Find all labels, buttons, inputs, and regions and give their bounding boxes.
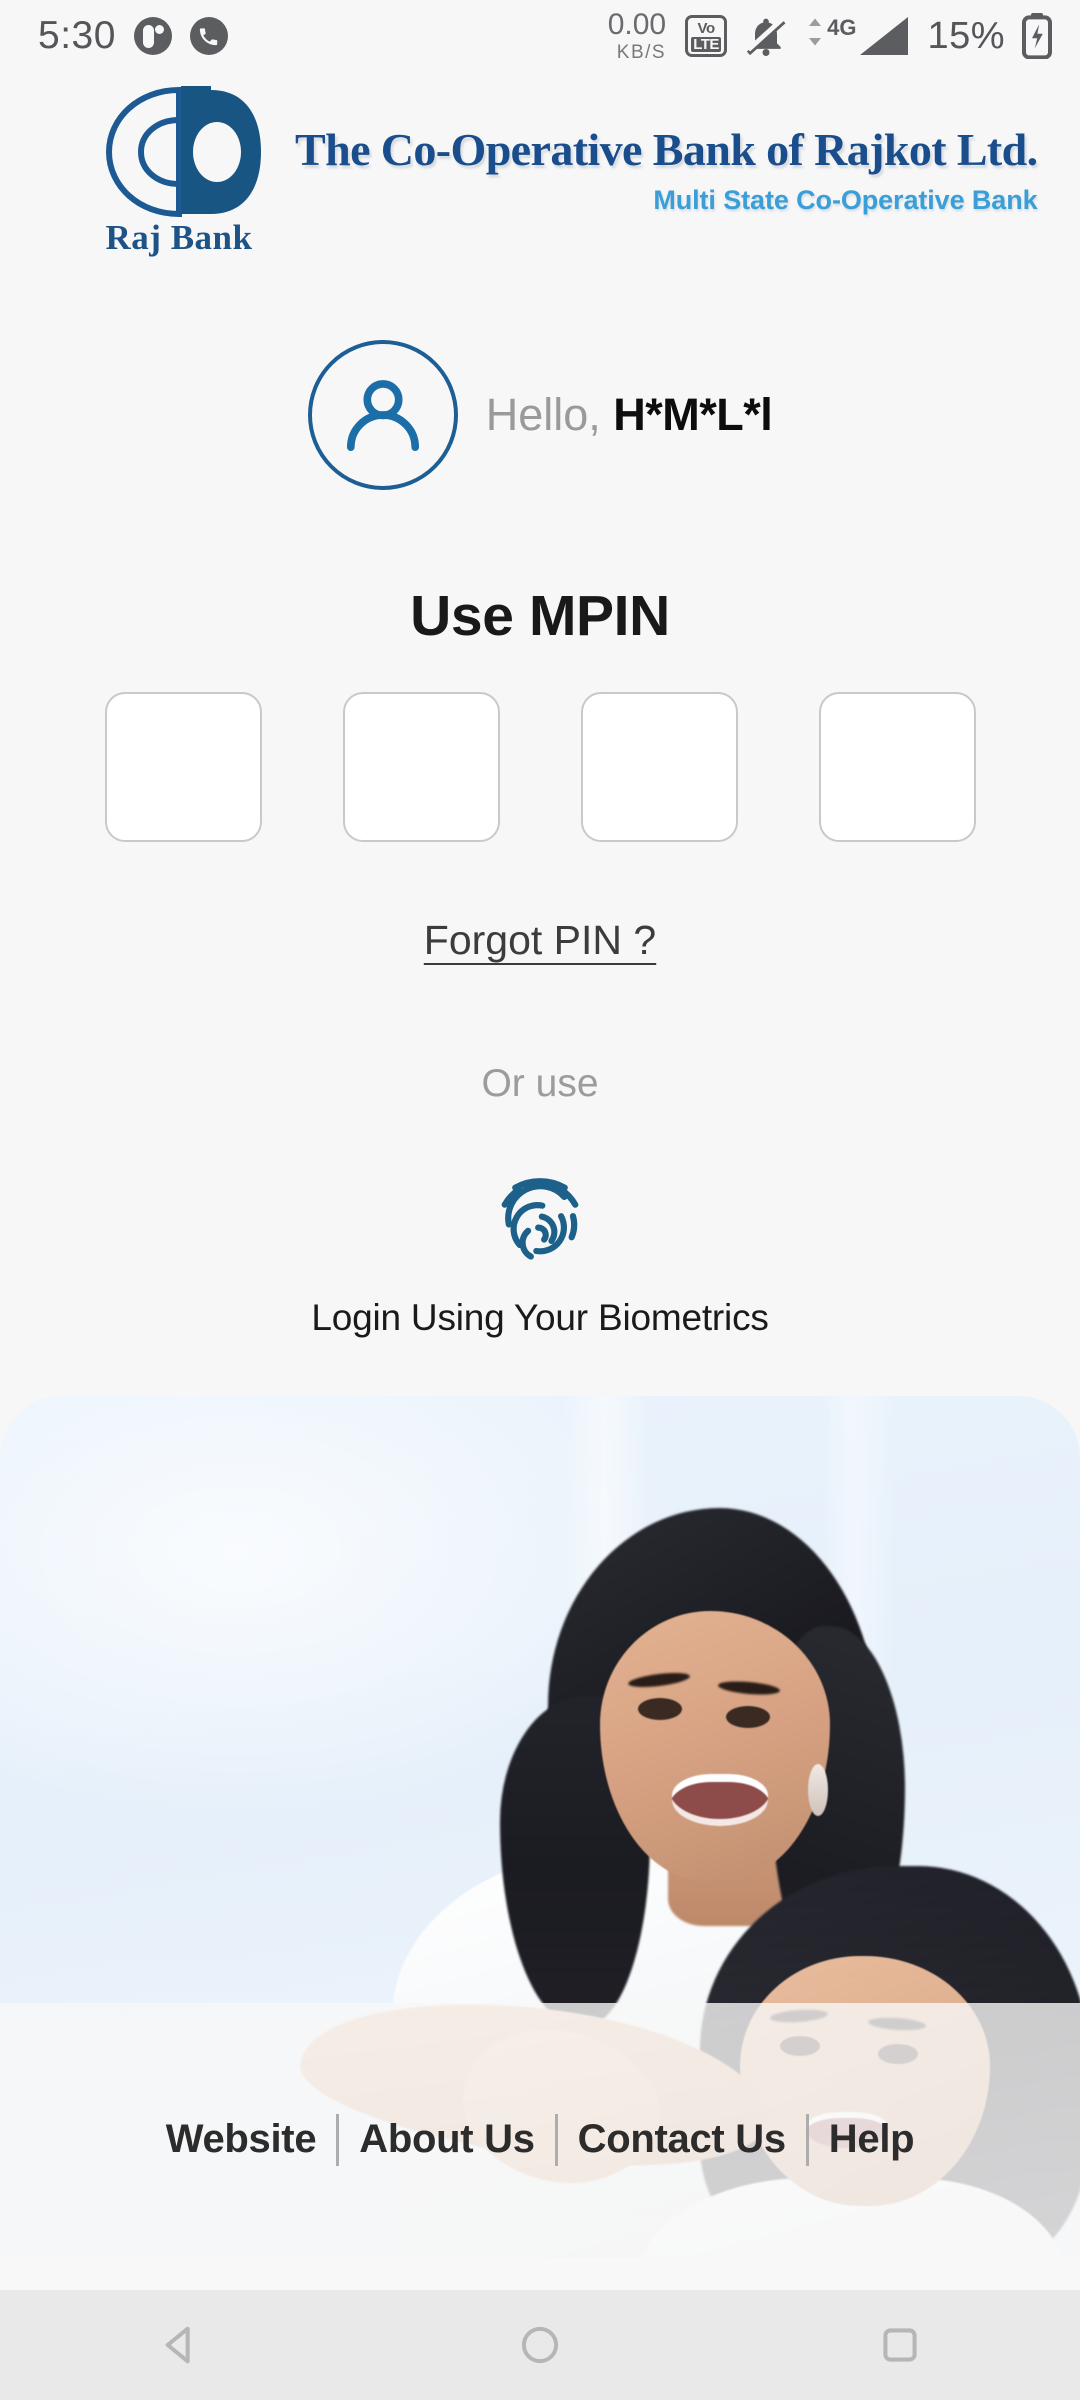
mpin-input-row bbox=[0, 692, 1080, 842]
status-bar: 5:30 0.00 KB/S Vo LTE 4G 15% bbox=[0, 0, 1080, 72]
logo-wordmark: Raj Bank bbox=[105, 218, 253, 257]
status-clock: 5:30 bbox=[38, 14, 116, 57]
mpin-digit-3[interactable] bbox=[580, 692, 738, 842]
footer-link-website[interactable]: Website bbox=[146, 2117, 337, 2162]
footer-links: Website About Us Contact Us Help bbox=[146, 2113, 935, 2166]
back-icon[interactable] bbox=[120, 2290, 240, 2400]
mpin-digit-1[interactable] bbox=[104, 692, 262, 842]
avatar[interactable] bbox=[307, 340, 458, 490]
battery-charging-icon bbox=[1022, 13, 1052, 59]
battery-percent-label: 15% bbox=[927, 14, 1005, 57]
mpin-digit-2[interactable] bbox=[342, 692, 500, 842]
network-speed-indicator: 0.00 KB/S bbox=[607, 8, 667, 63]
footer-link-about-us[interactable]: About Us bbox=[339, 2117, 554, 2162]
data-arrows-icon bbox=[805, 17, 825, 47]
network-speed-value: 0.00 bbox=[607, 8, 667, 41]
status-bar-right: 0.00 KB/S Vo LTE 4G 15% bbox=[608, 10, 1052, 62]
greeting-hello: Hello, bbox=[485, 389, 601, 440]
android-navigation-bar bbox=[0, 2290, 1080, 2400]
volte-icon: Vo LTE bbox=[685, 15, 728, 57]
greeting-row: Hello, H*M*L*l bbox=[0, 340, 1080, 490]
signal-bars-icon bbox=[858, 15, 910, 57]
person-icon bbox=[337, 369, 429, 461]
brand-text-block: The Co-Operative Bank of Rajkot Ltd. Mul… bbox=[295, 123, 1038, 220]
bank-tagline: Multi State Co-Operative Bank bbox=[653, 184, 1038, 215]
mpin-digit-4[interactable] bbox=[818, 692, 976, 842]
fingerprint-icon bbox=[485, 1163, 595, 1273]
network-speed-unit: KB/S bbox=[616, 42, 667, 63]
signal-indicator: 4G bbox=[805, 15, 910, 57]
biometric-login-label: Login Using Your Biometrics bbox=[311, 1297, 769, 1338]
raj-bank-logo-icon: Raj Bank bbox=[95, 86, 263, 257]
greeting-text: Hello, H*M*L*l bbox=[486, 389, 773, 441]
brand-header: Raj Bank The Co-Operative Bank of Rajkot… bbox=[0, 78, 1080, 264]
network-type-label: 4G bbox=[827, 15, 857, 40]
page-title: Use MPIN bbox=[410, 584, 670, 648]
phone-call-icon bbox=[189, 17, 228, 55]
footer-link-help[interactable]: Help bbox=[809, 2117, 934, 2162]
bell-muted-icon bbox=[744, 14, 788, 58]
app-notification-icon bbox=[133, 17, 172, 55]
bank-name: The Co-Operative Bank of Rajkot Ltd. bbox=[295, 123, 1038, 175]
home-icon[interactable] bbox=[480, 2290, 600, 2400]
footer-bar: Website About Us Contact Us Help bbox=[0, 2003, 1080, 2290]
status-bar-left: 5:30 bbox=[38, 14, 228, 58]
app-screen: 5:30 0.00 KB/S Vo LTE 4G 15% Raj Bank Th… bbox=[0, 0, 1080, 2400]
or-use-label: Or use bbox=[481, 1062, 599, 1105]
biometric-login-button[interactable]: Login Using Your Biometrics bbox=[0, 1163, 1080, 1340]
footer-link-contact-us[interactable]: Contact Us bbox=[558, 2117, 806, 2162]
forgot-pin-label: Forgot PIN ? bbox=[423, 917, 657, 963]
greeting-username: H*M*L*l bbox=[613, 389, 773, 440]
forgot-pin-link[interactable]: Forgot PIN ? bbox=[0, 917, 1080, 964]
recents-icon[interactable] bbox=[840, 2290, 960, 2400]
